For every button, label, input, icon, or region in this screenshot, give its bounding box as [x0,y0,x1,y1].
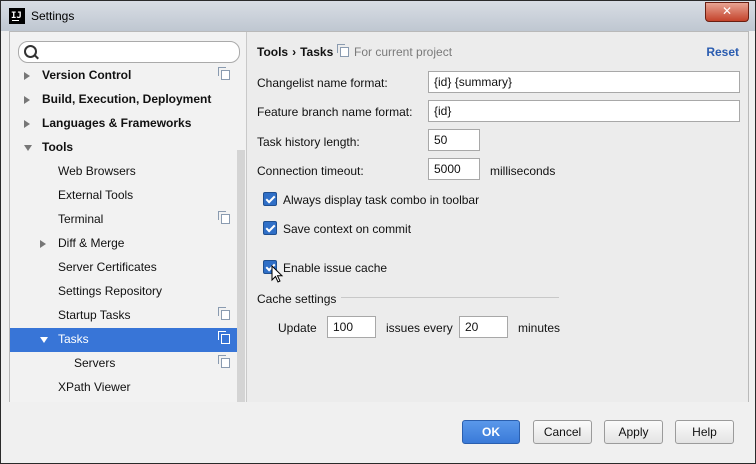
settings-window: IJ Settings ✕ Version Control Build, Exec… [0,0,756,464]
search-box[interactable] [18,41,240,63]
sidebar-item-label: Web Browsers [58,164,136,178]
sidebar-item-tools[interactable]: Tools [10,136,238,160]
chevron-right-icon[interactable] [24,96,30,104]
project-level-icon [218,211,230,224]
reset-link[interactable]: Reset [706,45,739,59]
window-title: Settings [31,9,75,23]
project-scope-text: For current project [354,45,453,59]
project-level-icon [218,67,230,80]
sidebar-item-external-tools[interactable]: External Tools [10,184,238,208]
branch-format-label: Feature branch name format: [257,105,413,119]
always-display-label[interactable]: Always display task combo in toolbar [283,193,479,207]
enable-cache-label[interactable]: Enable issue cache [283,261,387,275]
changelist-format-field[interactable]: {id} {summary} [428,71,740,93]
sidebar-item-diff-merge[interactable]: Diff & Merge [10,232,238,256]
sidebar-item-label: Server Certificates [58,260,157,274]
tasks-settings-panel: Tools › Tasks For current project Reset Ch… [247,32,748,402]
cache-settings-label: Cache settings [257,292,337,306]
sidebar-item-tasks[interactable]: Tasks [10,328,238,352]
sidebar-item-label: External Tools [58,188,134,202]
sidebar-item-xpath-viewer[interactable]: XPath Viewer [10,376,238,400]
cancel-button[interactable]: Cancel [533,420,592,444]
sidebar-item-languages-frameworks[interactable]: Languages & Frameworks [10,112,238,136]
task-history-field[interactable]: 50 [428,129,480,151]
sidebar-item-label: XPath Viewer [58,380,131,394]
title-bar[interactable]: IJ Settings ✕ [1,1,755,31]
sidebar-item-build-execution-deployment[interactable]: Build, Execution, Deployment [10,88,238,112]
cache-settings-divider [341,297,559,298]
sidebar-scrollbar-thumb[interactable] [237,150,245,402]
sidebar-item-settings-repository[interactable]: Settings Repository [10,280,238,304]
sidebar-item-label: Build, Execution, Deployment [42,92,212,106]
breadcrumb-separator: › [292,45,297,59]
project-level-icon [337,44,349,57]
update-count-field[interactable]: 100 [327,316,376,338]
sidebar-item-terminal[interactable]: Terminal [10,208,238,232]
search-input[interactable] [41,43,235,61]
apply-button[interactable]: Apply [604,420,663,444]
mouse-cursor-icon [271,265,284,283]
sidebar-item-label: Diff & Merge [58,236,125,250]
sidebar-item-version-control[interactable]: Version Control [10,67,238,88]
task-history-label: Task history length: [257,135,360,149]
chevron-right-icon[interactable] [24,72,30,80]
settings-tree: Version Control Build, Execution, Deploym… [10,67,238,402]
save-context-label[interactable]: Save context on commit [283,222,411,236]
chevron-down-icon[interactable] [40,337,48,343]
chevron-right-icon[interactable] [40,240,46,248]
timeout-unit-label: milliseconds [490,164,556,178]
sidebar-item-server-certificates[interactable]: Server Certificates [10,256,238,280]
save-context-checkbox[interactable] [263,221,277,235]
project-level-icon [218,355,230,368]
sidebar-item-label: Servers [74,356,116,370]
project-level-icon [218,307,230,320]
sidebar-item-web-browsers[interactable]: Web Browsers [10,160,238,184]
settings-sidebar: Version Control Build, Execution, Deploym… [10,32,247,402]
help-button[interactable]: Help [675,420,734,444]
sidebar-item-label: Tasks [58,332,89,346]
minutes-label: minutes [518,321,561,335]
breadcrumb-current: Tasks [300,45,334,59]
settings-content: Version Control Build, Execution, Deploym… [9,31,749,403]
chevron-right-icon[interactable] [24,120,30,128]
breadcrumb: Tools › Tasks [257,45,333,59]
update-label: Update [278,321,317,335]
connection-timeout-field[interactable]: 5000 [428,158,480,180]
intellij-app-icon: IJ [9,8,25,24]
sidebar-item-label: Version Control [42,68,132,82]
project-level-icon [218,331,230,344]
breadcrumb-parent: Tools [257,45,289,59]
sidebar-item-label: Languages & Frameworks [42,116,192,130]
chevron-down-icon[interactable] [24,145,32,151]
branch-format-field[interactable]: {id} [428,100,740,122]
dialog-footer: OK Cancel Apply Help [1,402,755,463]
connection-timeout-label: Connection timeout: [257,164,364,178]
search-icon [24,45,37,58]
sidebar-item-label: Settings Repository [58,284,163,298]
project-scope-note: For current project [337,44,453,59]
sidebar-item-label: Terminal [58,212,104,226]
sidebar-item-label: Tools [42,140,74,154]
update-minutes-field[interactable]: 20 [459,316,508,338]
close-button[interactable]: ✕ [705,2,749,22]
sidebar-item-startup-tasks[interactable]: Startup Tasks [10,304,238,328]
ok-button[interactable]: OK [462,420,520,444]
issues-every-label: issues every [386,321,453,335]
changelist-format-label: Changelist name format: [257,76,388,90]
always-display-checkbox[interactable] [263,192,277,206]
sidebar-item-label: Startup Tasks [58,308,131,322]
sidebar-item-servers[interactable]: Servers [10,352,238,376]
